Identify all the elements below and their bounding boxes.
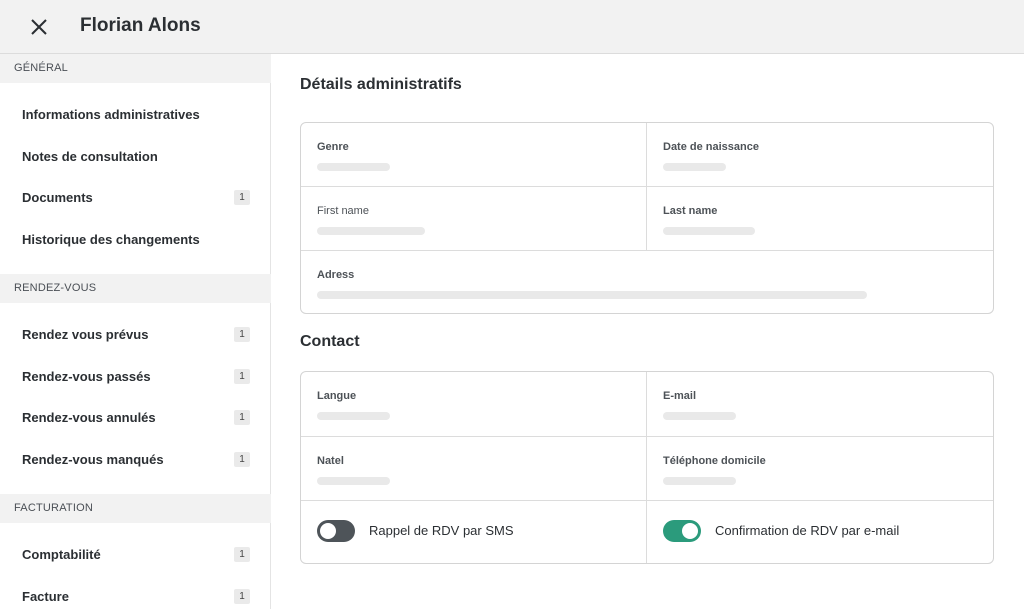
field-first-name: First name — [301, 187, 646, 250]
sidebar-item-label: Rendez-vous annulés — [22, 410, 156, 425]
sidebar-item-label: Informations administratives — [22, 107, 200, 122]
count-badge: 1 — [234, 547, 250, 562]
field-label: First name — [317, 205, 369, 217]
value-placeholder — [317, 227, 425, 235]
sidebar-section-title: GÉNÉRAL — [14, 62, 68, 74]
count-badge: 1 — [234, 327, 250, 342]
sidebar-item-rendez-vous-passes[interactable]: Rendez-vous passés 1 — [0, 359, 271, 395]
field-label: Last name — [663, 205, 718, 217]
count-badge: 1 — [234, 452, 250, 467]
sidebar-item-label: Facture — [22, 589, 69, 604]
admin-section-title: Détails administratifs — [300, 76, 462, 93]
value-placeholder — [317, 477, 390, 485]
value-placeholder — [317, 163, 390, 171]
close-button[interactable] — [26, 14, 52, 40]
sidebar-item-facture[interactable]: Facture 1 — [0, 579, 271, 609]
sidebar-item-documents[interactable]: Documents 1 — [0, 180, 271, 216]
email-confirmation-toggle[interactable] — [663, 520, 701, 542]
field-label: Natel — [317, 455, 344, 467]
toggle-knob — [320, 523, 336, 539]
count-badge: 1 — [234, 410, 250, 425]
close-icon[interactable] — [26, 14, 52, 40]
divider — [301, 500, 993, 501]
main-content: Détails administratifs Genre Date de nai… — [272, 54, 1024, 609]
sidebar-item-historique-des-changements[interactable]: Historique des changements — [0, 222, 271, 258]
field-date-de-naissance: Date de naissance — [647, 123, 993, 186]
sidebar-item-informations-administratives[interactable]: Informations administratives — [0, 97, 271, 133]
field-label: E-mail — [663, 390, 697, 402]
toggle-knob — [682, 523, 698, 539]
field-label: Adress — [317, 269, 355, 281]
admin-details-card: Genre Date de naissance First name Last … — [300, 122, 994, 314]
field-adress: Adress — [301, 251, 993, 314]
sidebar: GÉNÉRAL Informations administratives Not… — [0, 54, 271, 609]
count-badge: 1 — [234, 589, 250, 604]
field-genre: Genre — [301, 123, 646, 186]
sidebar-section-rendez-vous: RENDEZ-VOUS — [0, 274, 271, 303]
value-placeholder — [663, 227, 755, 235]
sidebar-item-label: Notes de consultation — [22, 149, 158, 164]
sidebar-section-title: RENDEZ-VOUS — [14, 282, 97, 294]
sidebar-section-facturation: FACTURATION — [0, 494, 271, 523]
sidebar-section-title: FACTURATION — [14, 502, 93, 514]
field-langue: Langue — [301, 372, 646, 436]
email-confirmation-label: Confirmation de RDV par e-mail — [715, 523, 900, 538]
page-title: Florian Alons — [80, 15, 201, 36]
sidebar-item-label: Historique des changements — [22, 232, 200, 247]
contact-card: Langue E-mail Natel Téléphone domicile R… — [300, 371, 994, 564]
top-bar: Florian Alons — [0, 0, 1024, 54]
sms-reminder-label: Rappel de RDV par SMS — [369, 523, 514, 538]
field-natel: Natel — [301, 437, 646, 500]
value-placeholder — [317, 291, 867, 299]
count-badge: 1 — [234, 190, 250, 205]
sidebar-item-comptabilite[interactable]: Comptabilité 1 — [0, 537, 271, 573]
contact-section-title: Contact — [300, 333, 360, 350]
sidebar-item-label: Rendez vous prévus — [22, 327, 149, 342]
sidebar-item-notes-de-consultation[interactable]: Notes de consultation — [0, 139, 271, 175]
sidebar-item-label: Rendez-vous passés — [22, 369, 151, 384]
value-placeholder — [663, 163, 726, 171]
sidebar-item-label: Rendez-vous manqués — [22, 452, 164, 467]
sidebar-item-rendez-vous-annules[interactable]: Rendez-vous annulés 1 — [0, 400, 271, 436]
value-placeholder — [663, 477, 736, 485]
value-placeholder — [663, 412, 736, 420]
field-label: Téléphone domicile — [663, 455, 766, 467]
field-e-mail: E-mail — [647, 372, 993, 436]
field-telephone-domicile: Téléphone domicile — [647, 437, 993, 500]
sidebar-item-rendez-vous-manques[interactable]: Rendez-vous manqués 1 — [0, 442, 271, 478]
sidebar-item-label: Comptabilité — [22, 547, 101, 562]
field-label: Date de naissance — [663, 141, 759, 153]
sms-reminder-toggle[interactable] — [317, 520, 355, 542]
count-badge: 1 — [234, 369, 250, 384]
sidebar-section-general: GÉNÉRAL — [0, 54, 271, 83]
sidebar-item-label: Documents — [22, 190, 93, 205]
value-placeholder — [317, 412, 390, 420]
sidebar-item-rendez-vous-prevus[interactable]: Rendez vous prévus 1 — [0, 317, 271, 353]
field-last-name: Last name — [647, 187, 993, 250]
field-label: Genre — [317, 141, 349, 153]
field-label: Langue — [317, 390, 357, 402]
